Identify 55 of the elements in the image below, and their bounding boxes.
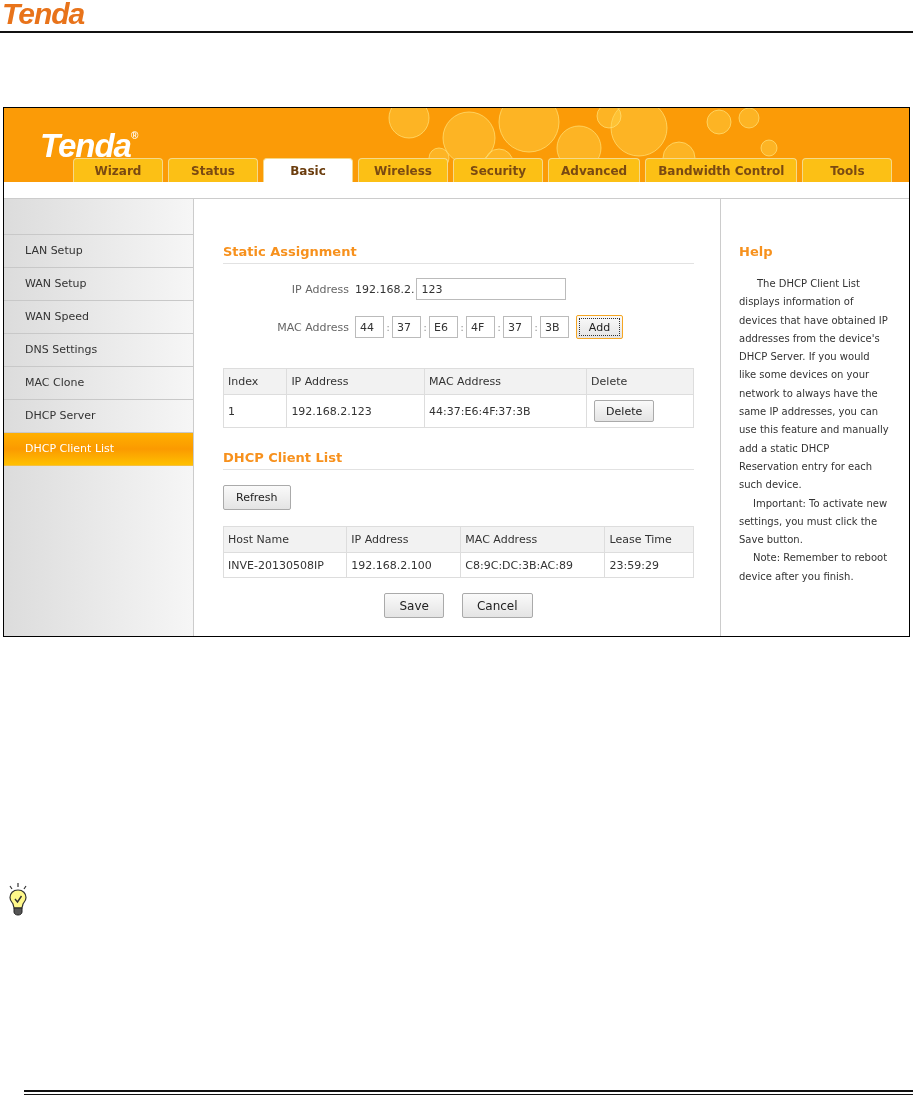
separator: : (422, 320, 428, 334)
column-header: IP Address (286, 368, 425, 395)
column-header: MAC Address (424, 368, 587, 395)
table-cell: 1 (223, 394, 287, 428)
nav-tab[interactable]: Wireless (358, 158, 448, 182)
sidebar-item[interactable]: WAN Speed (4, 301, 193, 334)
cancel-button[interactable]: Cancel (461, 593, 533, 618)
column-header: Index (223, 368, 287, 395)
nav-tab[interactable]: Advanced (548, 158, 641, 182)
mac-octet-field[interactable]: 37 (392, 316, 421, 338)
nav-tab[interactable]: Tools (802, 158, 893, 182)
nav-tab[interactable]: Status (168, 158, 258, 182)
nav-tab[interactable]: Security (453, 158, 543, 182)
column-header: Delete (586, 368, 694, 395)
separator: : (496, 320, 502, 334)
delete-button[interactable]: Delete (594, 400, 655, 422)
help-text: Important: To activate new settings, you must click the Save button. (739, 496, 889, 548)
field-label: IP Address (290, 282, 349, 296)
nav-tab[interactable]: Wizard (73, 158, 163, 182)
logo: Tenda (1, 0, 85, 28)
sidebar-item[interactable]: DNS Settings (4, 334, 193, 367)
ip-prefix: 192.168.2. (355, 282, 415, 296)
save-button[interactable]: Save (384, 593, 444, 618)
separator: : (533, 320, 539, 334)
sidebar-item[interactable]: MAC Clone (4, 367, 193, 400)
help-text: Note: Remember to reboot device after you finish. (739, 551, 889, 584)
mac-octet-field[interactable]: 3B (540, 316, 569, 338)
nav-tab[interactable]: Bandwidth Control (645, 158, 798, 182)
column-header: IP Address (346, 526, 461, 553)
mac-octet-field[interactable]: 37 (503, 316, 532, 338)
sidebar-item[interactable]: WAN Setup (4, 268, 193, 301)
column-header: MAC Address (460, 526, 605, 553)
table-cell: 23:59:29 (605, 552, 694, 578)
refresh-button[interactable]: Refresh (223, 485, 291, 510)
separator: : (385, 320, 391, 334)
section-title: Static Assignment (223, 244, 694, 264)
table-cell: INVE-20130508IP (223, 552, 347, 578)
table-cell: 192.168.2.123 (286, 394, 425, 428)
separator: : (459, 320, 465, 334)
column-header: Lease Time (605, 526, 694, 553)
add-button[interactable]: Add (576, 315, 623, 339)
ip-address-field[interactable]: 123 (416, 278, 567, 300)
section-title: DHCP Client List (223, 450, 694, 470)
column-header: Host Name (223, 526, 347, 553)
nav-tab[interactable]: Basic (263, 158, 353, 182)
help-title: Help (739, 244, 774, 261)
mac-octet-field[interactable]: 44 (355, 316, 384, 338)
table-cell: C8:9C:DC:3B:AC:89 (460, 552, 605, 578)
field-label: MAC Address (276, 320, 349, 334)
mac-octet-field[interactable]: 4F (466, 316, 495, 338)
mac-octet-field[interactable]: E6 (429, 316, 458, 338)
sidebar-item[interactable]: LAN Setup (4, 235, 193, 268)
help-text: The DHCP Client List displays information of devices that have obtained IP addresses from the device's DHCP Server. If you would like some devices on your network to always have the same IP addresses, you can use this feature and manually add a static DHCP Reservation entry for each such device. (739, 277, 889, 493)
table-cell: 192.168.2.100 (346, 552, 461, 578)
table-cell: 44:37:E6:4F:37:3B (424, 394, 587, 428)
